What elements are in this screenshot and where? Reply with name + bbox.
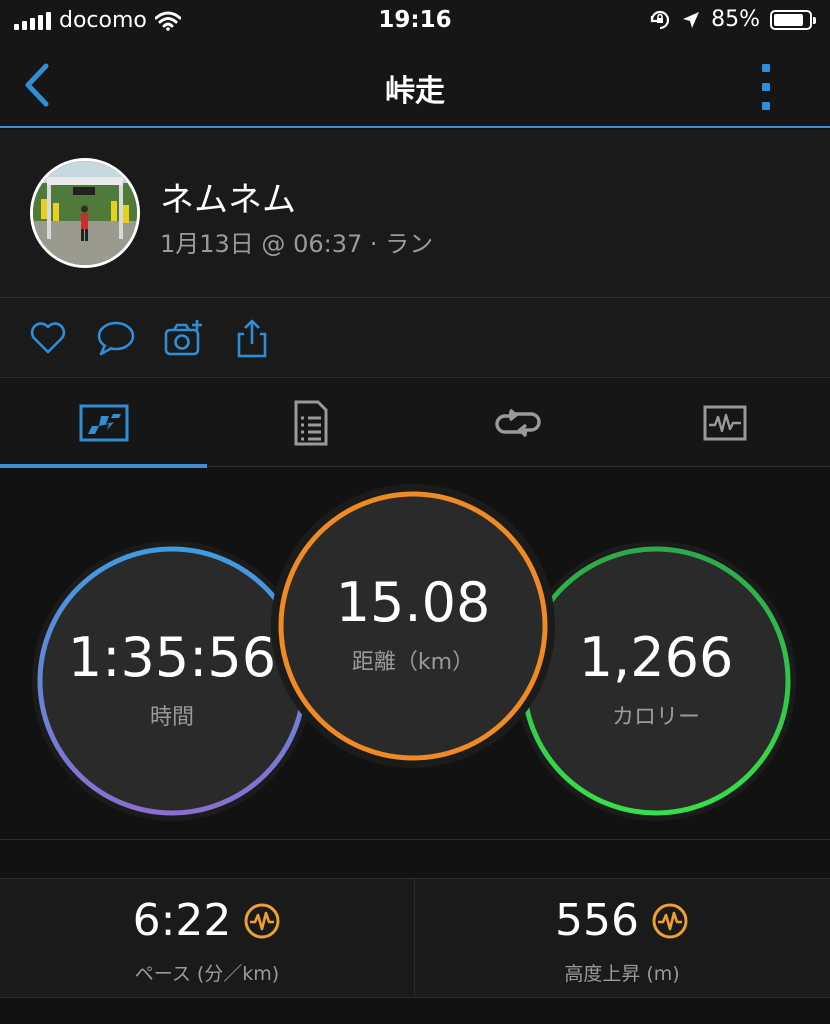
location-arrow-icon [683,11,700,28]
details-icon [294,400,327,446]
avatar[interactable] [30,158,140,268]
bottom-strip [0,998,830,1024]
time-label: 時間 [149,705,194,730]
calories-value: 1,266 [578,626,734,689]
elevation-label: 高度上昇 (m) [564,963,680,985]
battery-fill [774,13,803,26]
action-bar [0,298,830,378]
pace-value: 6:22 [132,895,232,946]
heart-icon[interactable] [28,318,68,358]
laps-icon [494,408,541,438]
add-photo-icon[interactable] [164,318,204,358]
status-right: 85% [649,7,816,32]
battery-icon [770,9,816,30]
nav-bar: 峠走 [0,44,830,128]
calories-circle[interactable]: 1,266 カロリー [524,549,788,813]
summary-circles: 1:35:56 時間 15.08 距離（km） 1,266 カロリー [0,468,830,840]
pace-stat[interactable]: 6:22 ペース (分／km) [0,879,414,999]
distance-circle[interactable]: 15.08 距離（km） [281,494,545,758]
pace-label: ペース (分／km) [134,963,280,985]
tab-charts[interactable] [621,379,828,467]
time-value: 1:35:56 [67,626,277,689]
battery-percent: 85% [711,7,760,32]
tab-details[interactable] [207,379,414,467]
overview-icon [79,404,128,442]
calories-label: カロリー [611,705,700,730]
charts-icon [703,405,746,441]
rotation-lock-icon [650,10,670,29]
share-icon[interactable] [232,318,272,358]
activity-meta: 1月13日 @ 06:37 · ラン [160,230,434,258]
heart-rate-badge-icon [652,903,688,939]
more-vertical-icon[interactable] [752,64,780,110]
tab-bar [0,379,830,468]
comment-icon[interactable] [96,318,136,358]
tab-laps[interactable] [414,379,621,467]
page-title: 峠走 [385,74,445,109]
distance-label: 距離（km） [351,650,475,675]
user-name[interactable]: ネムネム [160,172,296,221]
heart-rate-badge-icon [244,903,280,939]
status-bar: docomo 19:16 85% [0,0,830,44]
elevation-value: 556 [555,895,639,946]
distance-value: 15.08 [335,571,491,634]
tab-overview[interactable] [0,379,207,468]
activity-header: ネムネム 1月13日 @ 06:37 · ラン [0,130,830,298]
elevation-stat[interactable]: 556 高度上昇 (m) [414,879,828,999]
avatar-photo [33,161,137,265]
stats-row: 6:22 ペース (分／km) 556 高度上昇 (m) [0,878,830,999]
time-circle[interactable]: 1:35:56 時間 [40,549,304,813]
